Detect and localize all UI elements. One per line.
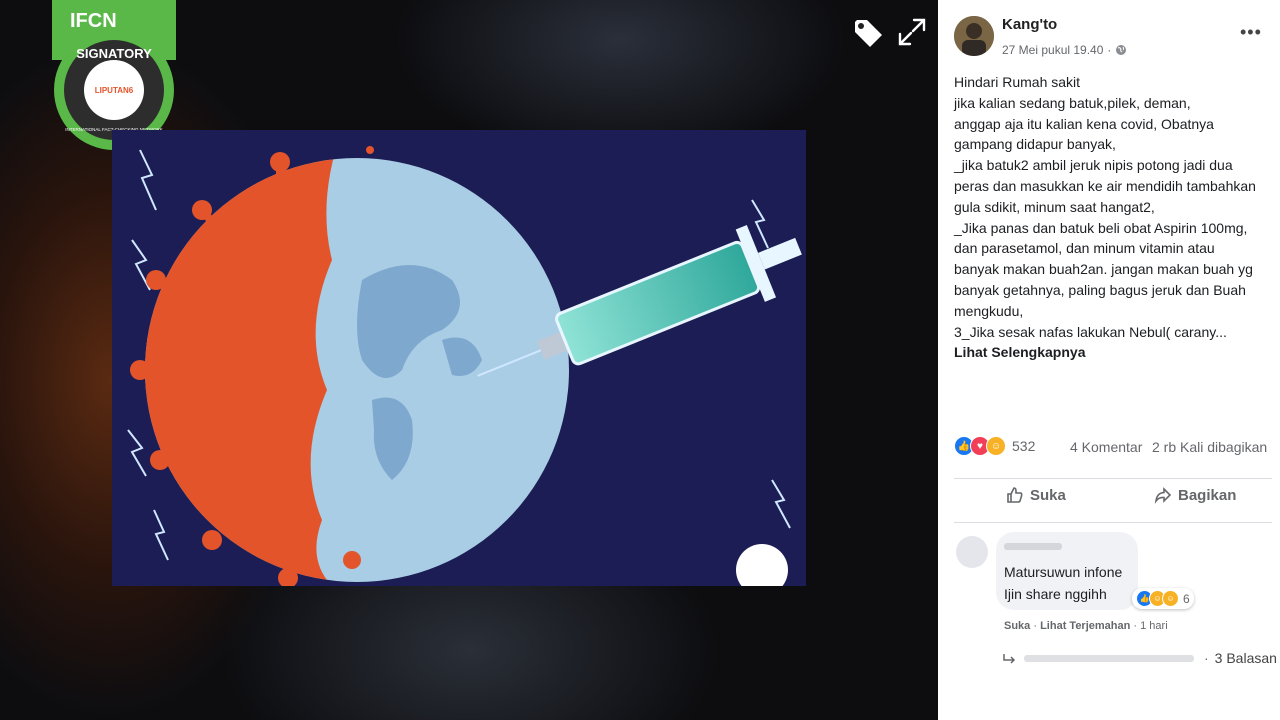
org-logo-text: LIPUTAN6 [95, 86, 134, 95]
comment-time[interactable]: 1 hari [1140, 620, 1168, 632]
comment-reactions[interactable]: 👍 ☺ ☺ 6 [1132, 588, 1194, 609]
comments-count[interactable]: 4 Komentar [1070, 439, 1142, 455]
commenter-avatar[interactable] [956, 536, 988, 568]
wow-reaction-icon: ☺ [1162, 590, 1179, 607]
globe-icon [1116, 45, 1127, 55]
avatar[interactable] [954, 16, 994, 56]
haha-reaction-icon: ☺ [986, 436, 1006, 456]
dot-separator: · [1107, 43, 1112, 57]
comment-reactions-count[interactable]: 6 [1183, 592, 1190, 606]
comment-meta: Suka · Lihat Terjemahan · 1 hari [1004, 620, 1168, 632]
post-line: banyak getahnya, paling bagus jeruk dan … [954, 281, 1246, 298]
post-line: banyak makan buah2an. jangan makan buah … [954, 261, 1253, 278]
post-time-text[interactable]: 27 Mei pukul 19.40 [1002, 43, 1103, 57]
comment-text: Matursuwun infone Ijin share nggihh [1004, 561, 1122, 605]
like-label[interactable]: Suka [1030, 487, 1066, 504]
replies-count[interactable]: 3 Balasan [1215, 650, 1277, 666]
comment-line: Ijin share nggihh [1004, 586, 1107, 602]
post-line: peras dan masukkan ke air mendidih tamba… [954, 177, 1256, 194]
post-line: _Jika panas dan batuk beli obat Aspirin … [954, 219, 1248, 236]
ifcn-logo-text: IFCN [70, 10, 117, 32]
share-icon [1154, 487, 1172, 504]
like-button[interactable]: Suka [1006, 486, 1066, 504]
reply-arrow-icon [1003, 654, 1016, 664]
see-translation-link[interactable]: Lihat Terjemahan [1040, 620, 1130, 632]
post-line: Hindari Rumah sakit [954, 74, 1081, 90]
post-line: anggap aja itu kalian kena covid, Obatny… [954, 115, 1214, 132]
tag-icon[interactable] [850, 14, 886, 50]
reactions-summary[interactable]: 👍 ♥ ☺ 532 [954, 436, 1035, 456]
signatory-text: SIGNATORY [76, 46, 152, 61]
post-line-last: 3_Jika sesak nafas lakukan Nebul( carany… [954, 322, 1264, 364]
post-line: gampang didapur banyak, [954, 136, 1116, 153]
post-line: gula sdikit, minum saat hangat2, [954, 198, 1155, 215]
thumbs-up-icon [1007, 487, 1023, 503]
view-replies[interactable]: · 3 Balasan [1002, 650, 1277, 666]
share-label[interactable]: Bagikan [1178, 487, 1236, 504]
reply-author-blurred [1024, 655, 1194, 662]
see-more-link[interactable]: Lihat Selengkapnya [954, 344, 1085, 360]
comment-like-link[interactable]: Suka [1004, 620, 1030, 632]
reactions-count[interactable]: 532 [1012, 438, 1035, 454]
commenter-name-blurred[interactable] [1004, 540, 1064, 552]
dot-separator: · [1204, 650, 1209, 666]
divider [954, 478, 1272, 479]
post-line: dan parasetamol, dan minum vitamin atau [954, 240, 1215, 257]
divider [954, 522, 1272, 523]
photo-viewer: IFCN SIGNATORY LIPUTAN6 INTERNATIONAL FA… [0, 0, 938, 720]
post-image[interactable] [112, 130, 806, 586]
post-last-line-text: 3_Jika sesak nafas lakukan Nebul( carany… [954, 323, 1227, 340]
post-author[interactable]: Kang'to [1002, 16, 1057, 33]
expand-icon[interactable] [894, 14, 930, 50]
share-button[interactable]: Bagikan [1154, 486, 1236, 504]
post-timestamp[interactable]: 27 Mei pukul 19.40 · [1002, 43, 1127, 57]
post-text: Hindari Rumah sakit jika kalian sedang b… [954, 72, 1274, 363]
comment-line: Matursuwun infone [1004, 564, 1123, 580]
shares-count[interactable]: 2 rb Kali dibagikan [1152, 439, 1267, 455]
more-options-icon[interactable]: ••• [1240, 22, 1262, 43]
post-line: _jika batuk2 ambil jeruk nipis potong ja… [954, 157, 1233, 174]
post-line: jika kalian sedang batuk,pilek, deman, [954, 94, 1191, 111]
post-line: mengkudu, [954, 302, 1024, 319]
